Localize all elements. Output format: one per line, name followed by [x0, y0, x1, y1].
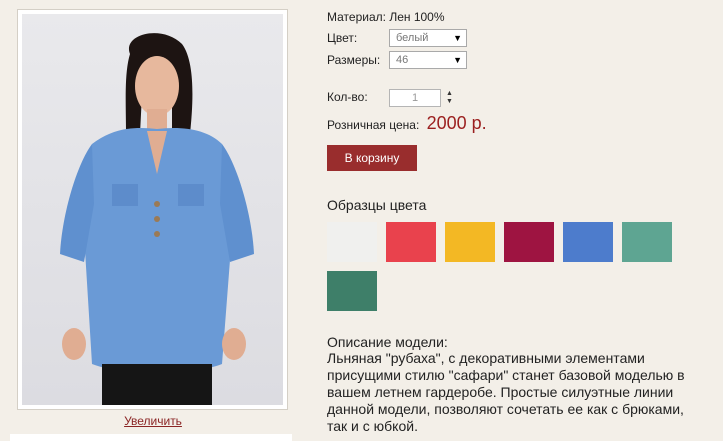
swatches-title: Образцы цвета — [327, 197, 427, 213]
price-value: 2000 р. — [426, 113, 487, 133]
material-label: Материал: — [327, 10, 386, 24]
size-select-value: 46 — [396, 54, 409, 66]
swatch-green[interactable] — [327, 271, 377, 311]
size-select[interactable]: 46 ▼ — [389, 51, 467, 69]
add-to-cart-button[interactable]: В корзину — [327, 145, 417, 171]
swatch-teal[interactable] — [622, 222, 672, 262]
bottom-strip — [10, 434, 292, 441]
swatch-red[interactable] — [386, 222, 436, 262]
description-text: Льняная "рубаха", с декоративными элемен… — [327, 350, 685, 434]
qty-spinner-icon[interactable]: ▲ ▼ — [446, 90, 453, 106]
color-select-value: белый — [396, 32, 429, 44]
price-row: Розничная цена: 2000 р. — [327, 113, 487, 134]
size-label: Размеры: — [327, 53, 381, 67]
material-row: Материал: Лен 100% — [327, 10, 445, 24]
description-title: Описание модели: — [327, 334, 448, 350]
color-label: Цвет: — [327, 31, 358, 45]
dropdown-arrow-icon: ▼ — [453, 55, 462, 65]
swatch-yellow[interactable] — [445, 222, 495, 262]
product-photo-frame — [17, 9, 288, 410]
swatch-blue[interactable] — [563, 222, 613, 262]
material-value: Лен 100% — [389, 10, 445, 24]
product-photo[interactable] — [22, 14, 283, 405]
dropdown-arrow-icon: ▼ — [453, 33, 462, 43]
qty-label: Кол-во: — [327, 90, 368, 104]
price-label: Розничная цена: — [327, 118, 420, 132]
qty-input[interactable]: 1 — [389, 89, 441, 107]
color-select[interactable]: белый ▼ — [389, 29, 467, 47]
model-illustration — [60, 33, 254, 405]
zoom-link[interactable]: Увеличить — [0, 414, 306, 428]
swatch-white[interactable] — [327, 222, 377, 262]
swatch-burgundy[interactable] — [504, 222, 554, 262]
